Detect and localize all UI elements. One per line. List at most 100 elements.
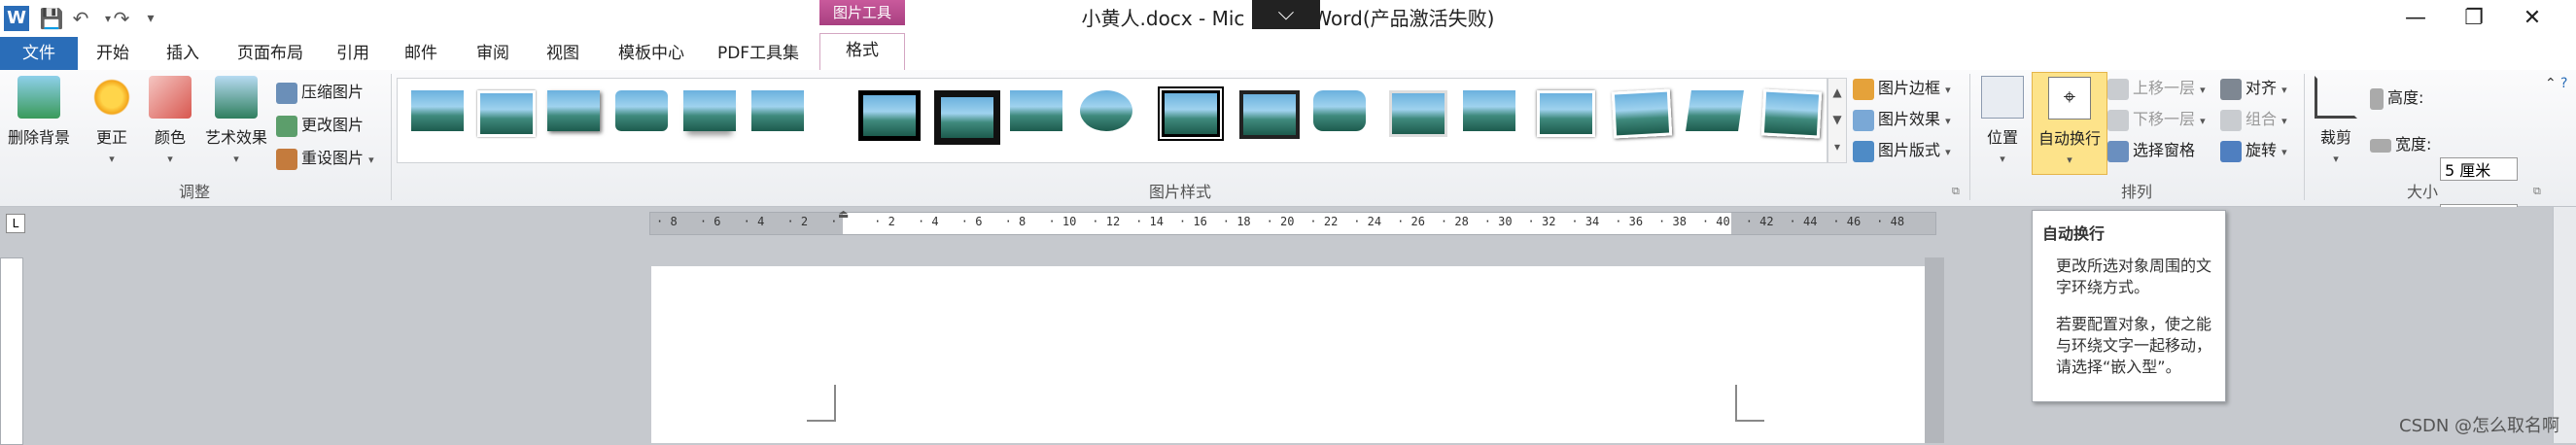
dialog-launcher-icon[interactable]: ⧉ [1952, 185, 1960, 198]
ruler-tick-label: · 8 [656, 215, 678, 228]
help-icon[interactable]: ? [2560, 76, 2567, 91]
tab-selector-icon[interactable]: L [6, 214, 25, 233]
rotate-label: 旋转 [2245, 141, 2278, 159]
compress-label: 压缩图片 [301, 83, 365, 101]
height-input[interactable] [2440, 157, 2518, 181]
tab-format[interactable]: 格式 [819, 33, 905, 71]
send-backward-button[interactable]: 下移一层 ▾ [2107, 105, 2206, 134]
artistic-effects-label: 艺术效果 [204, 128, 267, 147]
tab-insert[interactable]: 插入 [152, 39, 214, 68]
gallery-up-icon[interactable]: ▲ [1828, 79, 1846, 106]
bring-forward-icon [2107, 78, 2129, 100]
picture-style-15[interactable] [1463, 90, 1515, 131]
picture-style-16[interactable] [1537, 90, 1595, 137]
tab-view[interactable]: 视图 [535, 39, 591, 68]
ruler-tick-label: · [830, 215, 838, 228]
gallery-more-icon[interactable]: ▾ [1828, 133, 1846, 160]
ribbon-minimize-icon[interactable]: ⌃ [2545, 76, 2557, 91]
chevron-down-icon[interactable]: ⌵ [1252, 0, 1320, 29]
reset-picture-button[interactable]: 重设图片 ▾ [276, 144, 374, 173]
crop-icon [2315, 76, 2357, 119]
gallery-scrollbar[interactable]: ▲ ▼ ▾ [1828, 78, 1847, 163]
margin-corner-left [807, 385, 836, 422]
group-button[interactable]: 组合 ▾ [2220, 105, 2287, 134]
tab-references[interactable]: 引用 [325, 39, 381, 68]
picture-layout-button[interactable]: 图片版式 ▾ [1853, 136, 1951, 165]
ruler-tick-label: · 38 [1658, 215, 1687, 228]
gallery-down-icon[interactable]: ▼ [1828, 106, 1846, 133]
reset-picture-icon [276, 148, 297, 170]
picture-style-9[interactable] [1010, 90, 1062, 131]
picture-style-5[interactable] [683, 90, 736, 131]
group-divider [391, 74, 392, 200]
vertical-ruler[interactable] [0, 257, 23, 445]
height-icon [2370, 87, 2384, 110]
tab-page-layout[interactable]: 页面布局 [222, 39, 319, 68]
size-dialog-launcher-icon[interactable]: ⧉ [2533, 185, 2541, 198]
bring-forward-button[interactable]: 上移一层 ▾ [2107, 74, 2206, 103]
vertical-scrollbar[interactable] [2553, 207, 2576, 443]
ruler-tick-label: · 6 [960, 215, 983, 228]
picture-style-11[interactable] [1158, 86, 1224, 141]
crop-button[interactable]: 裁剪 ▾ [2312, 76, 2360, 166]
effects-icon [1853, 109, 1874, 131]
picture-style-12[interactable] [1239, 90, 1300, 139]
picture-style-18[interactable] [1686, 90, 1744, 131]
align-button[interactable]: 对齐 ▾ [2220, 74, 2287, 103]
picture-style-10[interactable] [1080, 90, 1132, 131]
tab-file[interactable]: 文件 [0, 37, 78, 70]
change-picture-button[interactable]: 更改图片 [276, 111, 364, 140]
selection-pane-button[interactable]: 选择窗格 [2107, 136, 2195, 165]
picture-style-1[interactable] [411, 90, 464, 131]
picture-style-7[interactable] [858, 90, 921, 141]
position-button[interactable]: 位置 ▾ [1979, 76, 2026, 166]
picture-style-4[interactable] [615, 90, 668, 131]
picture-border-button[interactable]: 图片边框 ▾ [1853, 74, 1951, 103]
pen-border-icon [1853, 78, 1874, 100]
send-backward-label: 下移一层 [2133, 110, 2196, 128]
artistic-effects-button[interactable]: 艺术效果 ▾ [200, 76, 272, 166]
width-label: 宽度: [2395, 135, 2432, 154]
width-label-row: 宽度: [2370, 130, 2431, 159]
ruler-tick-label: · 44 [1789, 215, 1818, 228]
ruler-tick-label: · 10 [1048, 215, 1077, 228]
close-icon[interactable]: ✕ [2508, 2, 2557, 35]
tab-template-center[interactable]: 模板中心 [603, 39, 700, 68]
ruler-tick-label: · 32 [1527, 215, 1556, 228]
color-label: 颜色 [154, 128, 186, 147]
indent-marker-icon[interactable]: ⏏ [838, 207, 849, 221]
picture-border-label: 图片边框 [1878, 79, 1941, 97]
wrap-text-button[interactable]: ⌖ 自动换行 ▾ [2032, 72, 2107, 175]
remove-background-button[interactable]: 删除背景 [4, 76, 74, 148]
ruler-tick-label: · 16 [1178, 215, 1207, 228]
document-page[interactable] [651, 266, 1925, 443]
picture-style-8[interactable] [934, 90, 1000, 145]
minimize-icon[interactable]: — [2391, 2, 2440, 35]
picture-style-14[interactable] [1389, 90, 1447, 137]
tab-pdf-tools[interactable]: PDF工具集 [710, 39, 807, 68]
picture-style-17[interactable] [1611, 88, 1673, 139]
compress-pictures-button[interactable]: 压缩图片 [276, 78, 364, 107]
picture-style-13[interactable] [1313, 90, 1366, 131]
corrections-button[interactable]: 更正 ▾ [87, 76, 136, 166]
tab-home[interactable]: 开始 [82, 39, 144, 68]
height-label: 高度: [2387, 88, 2424, 107]
picture-style-19[interactable] [1760, 88, 1823, 139]
title-bar: W 💾 ↶ ▾ ↷ ▾ 小黄人.docx - Mic Word(产品激活失败) ⌵… [0, 0, 2576, 37]
align-label: 对齐 [2245, 79, 2278, 97]
rotate-icon [2220, 140, 2242, 162]
rotate-button[interactable]: 旋转 ▾ [2220, 136, 2287, 165]
picture-effects-button[interactable]: 图片效果 ▾ [1853, 105, 1951, 134]
group-icon [2220, 109, 2242, 131]
ruler-tick-label: · 28 [1440, 215, 1469, 228]
tab-mailings[interactable]: 邮件 [393, 39, 449, 68]
wrap-text-tooltip: 自动换行 更改所选对象周围的文字环绕方式。 若要配置对象，使之能与环绕文字一起移… [2032, 210, 2226, 402]
ruler-tick-label: · 48 [1876, 215, 1905, 228]
tooltip-title: 自动换行 [2042, 224, 2106, 243]
restore-icon[interactable]: ❐ [2450, 2, 2498, 35]
picture-style-6[interactable] [751, 90, 804, 131]
tab-review[interactable]: 审阅 [465, 39, 521, 68]
picture-style-3[interactable] [547, 90, 600, 131]
picture-style-2[interactable] [477, 90, 536, 137]
color-button[interactable]: 颜色 ▾ [146, 76, 194, 166]
